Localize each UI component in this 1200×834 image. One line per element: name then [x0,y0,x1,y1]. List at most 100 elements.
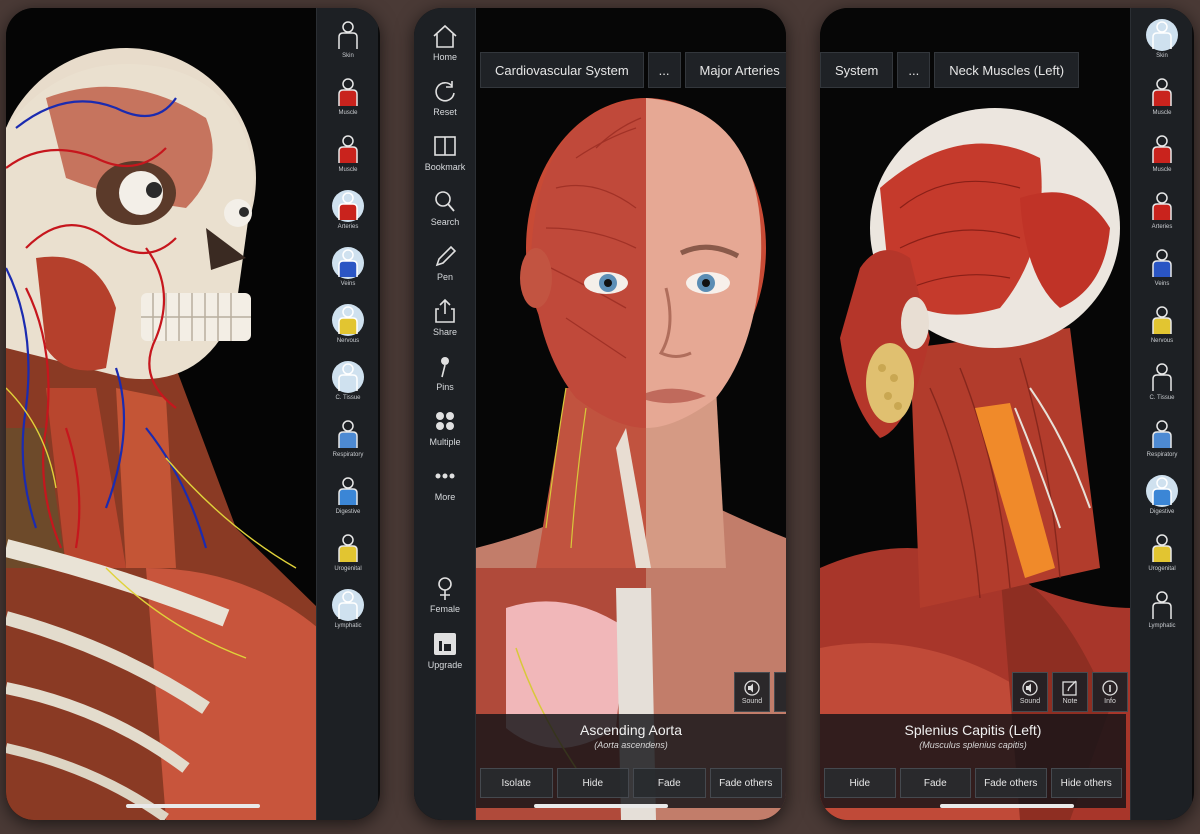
veins-icon [1152,249,1172,277]
breadcrumb-item[interactable]: Major Arteries [684,52,786,88]
layer-label: Lymphatic [1148,623,1176,629]
nav-search[interactable]: Search [414,187,476,239]
nav-label: Pins [436,382,454,392]
info-button[interactable]: Info [1092,672,1128,712]
nav-share[interactable]: Share [414,297,476,349]
layer-label: Arteries [337,224,359,230]
layer-toggle-muscle-figure[interactable]: Muscle [317,75,379,131]
action-fade-button[interactable]: Fade [899,768,971,798]
nav-female[interactable]: Female [414,574,476,626]
layer-rail: Skin Muscle Muscle Arteries Veins Nervous C. T… [1130,8,1192,820]
breadcrumb-ellipsis[interactable]: ... [897,52,931,88]
muscle-figure-icon [338,78,358,106]
layer-toggle-muscle-figure[interactable]: Muscle [1131,132,1193,188]
selection-title: Splenius Capitis (Left) [904,722,1042,738]
layer-label: Skin [1156,53,1168,59]
layer-toggle-lymphatic[interactable]: Lymphatic [317,588,379,644]
layer-toggle-nervous[interactable]: Nervous [317,303,379,359]
multiple-icon [436,412,454,430]
layer-label: Urogenital [334,566,362,572]
tool-label: Info [1104,697,1116,705]
selection-actions: Hide Fade Fade others Hide others [820,768,1126,798]
layer-toggle-arteries[interactable]: Arteries [1131,189,1193,245]
respiratory-icon [1152,420,1172,448]
action-hide-others-button[interactable]: Hide others [1050,768,1122,798]
layer-label: Muscle [338,167,358,173]
nav-label: Share [432,327,458,337]
note-button-partial[interactable] [774,672,786,712]
layer-toggle-muscle-figure[interactable]: Muscle [1131,75,1193,131]
action-hide-button[interactable]: Hide [556,768,629,798]
action-fade-others-button[interactable]: Fade others [975,768,1047,798]
sound-button[interactable]: Sound [734,672,770,712]
urogenital-icon [338,534,358,562]
breadcrumb: System... Neck Muscles (Left) [820,52,1080,88]
home-indicator [126,804,260,808]
layer-label: Digestive [335,509,361,515]
action-fade-button[interactable]: Fade [633,768,706,798]
layer-toggle-veins[interactable]: Veins [1131,246,1193,302]
lymphatic-icon [1152,591,1172,619]
breadcrumb-item[interactable]: System [820,52,894,88]
nav-label: More [434,492,456,502]
layer-toggle-tissue[interactable]: C. Tissue [317,360,379,416]
arteries-icon [1152,192,1172,220]
nav-label: Pen [436,272,453,282]
layer-toggle-nervous[interactable]: Nervous [1131,303,1193,359]
layer-toggle-muscle-figure[interactable]: Muscle [317,132,379,188]
more-icon [435,473,455,479]
nav-multiple[interactable]: Multiple [414,407,476,459]
muscle-figure-icon [338,135,358,163]
layer-toggle-respiratory[interactable]: Respiratory [1131,417,1193,473]
layer-label: Arteries [1151,224,1173,230]
layer-label: Skin [342,53,354,59]
layer-label: Veins [340,281,356,287]
layer-label: Muscle [1152,167,1172,173]
info-icon [1102,679,1118,696]
nav-pin[interactable]: Pins [414,352,476,404]
breadcrumb-ellipsis[interactable]: ... [647,52,681,88]
layer-label: Muscle [338,110,358,116]
tissue-icon [332,361,364,393]
nav-more[interactable]: More [414,462,476,514]
layer-label: Nervous [336,338,360,344]
home-icon [433,24,457,48]
urogenital-icon [1152,534,1172,562]
layer-toggle-digestive[interactable]: Digestive [1131,474,1193,530]
layer-toggle-lymphatic[interactable]: Lymphatic [1131,588,1193,644]
layer-toggle-respiratory[interactable]: Respiratory [317,417,379,473]
sound-button[interactable]: Sound [1012,672,1048,712]
layer-toggle-digestive[interactable]: Digestive [317,474,379,530]
reset-icon [435,81,455,102]
action-hide-button[interactable]: Hide [824,768,896,798]
layer-toggle-arteries[interactable]: Arteries [317,189,379,245]
muscle-figure-icon [1152,78,1172,106]
nav-home[interactable]: Home [414,22,476,74]
layer-toggle-veins[interactable]: Veins [317,246,379,302]
skull-anatomy-model[interactable] [6,8,318,820]
nav-upgrade[interactable]: Upgrade [414,630,476,682]
action-isolate-button[interactable]: Isolate [480,768,553,798]
nav-bookmark[interactable]: Bookmark [414,132,476,184]
layer-toggle-urogenital[interactable]: Urogenital [1131,531,1193,587]
tissue-icon [1152,363,1172,391]
breadcrumb-item[interactable]: Neck Muscles (Left) [934,52,1080,88]
nav-pen[interactable]: Pen [414,242,476,294]
sound-label: Sound [741,697,763,705]
selection-actions: Isolate Hide Fade Fade others [476,768,786,798]
layer-toggle-tissue[interactable]: C. Tissue [1131,360,1193,416]
layer-toggle-urogenital[interactable]: Urogenital [317,531,379,587]
layer-label: Nervous [1150,338,1174,344]
layer-label: Urogenital [1148,566,1176,572]
nav-label: Upgrade [427,660,463,670]
tool-label: Note [1062,697,1078,705]
note-button[interactable]: Note [1052,672,1088,712]
action-fade-others-button[interactable]: Fade others [709,768,782,798]
breadcrumb-item[interactable]: Cardiovascular System [480,52,644,88]
sound-icon [1022,679,1038,696]
nav-reset[interactable]: Reset [414,77,476,129]
layer-toggle-skin-figure[interactable]: Skin [1131,18,1193,74]
layer-toggle-skin-figure[interactable]: Skin [317,18,379,74]
lymphatic-icon [332,589,364,621]
nav-label: Search [430,217,460,227]
